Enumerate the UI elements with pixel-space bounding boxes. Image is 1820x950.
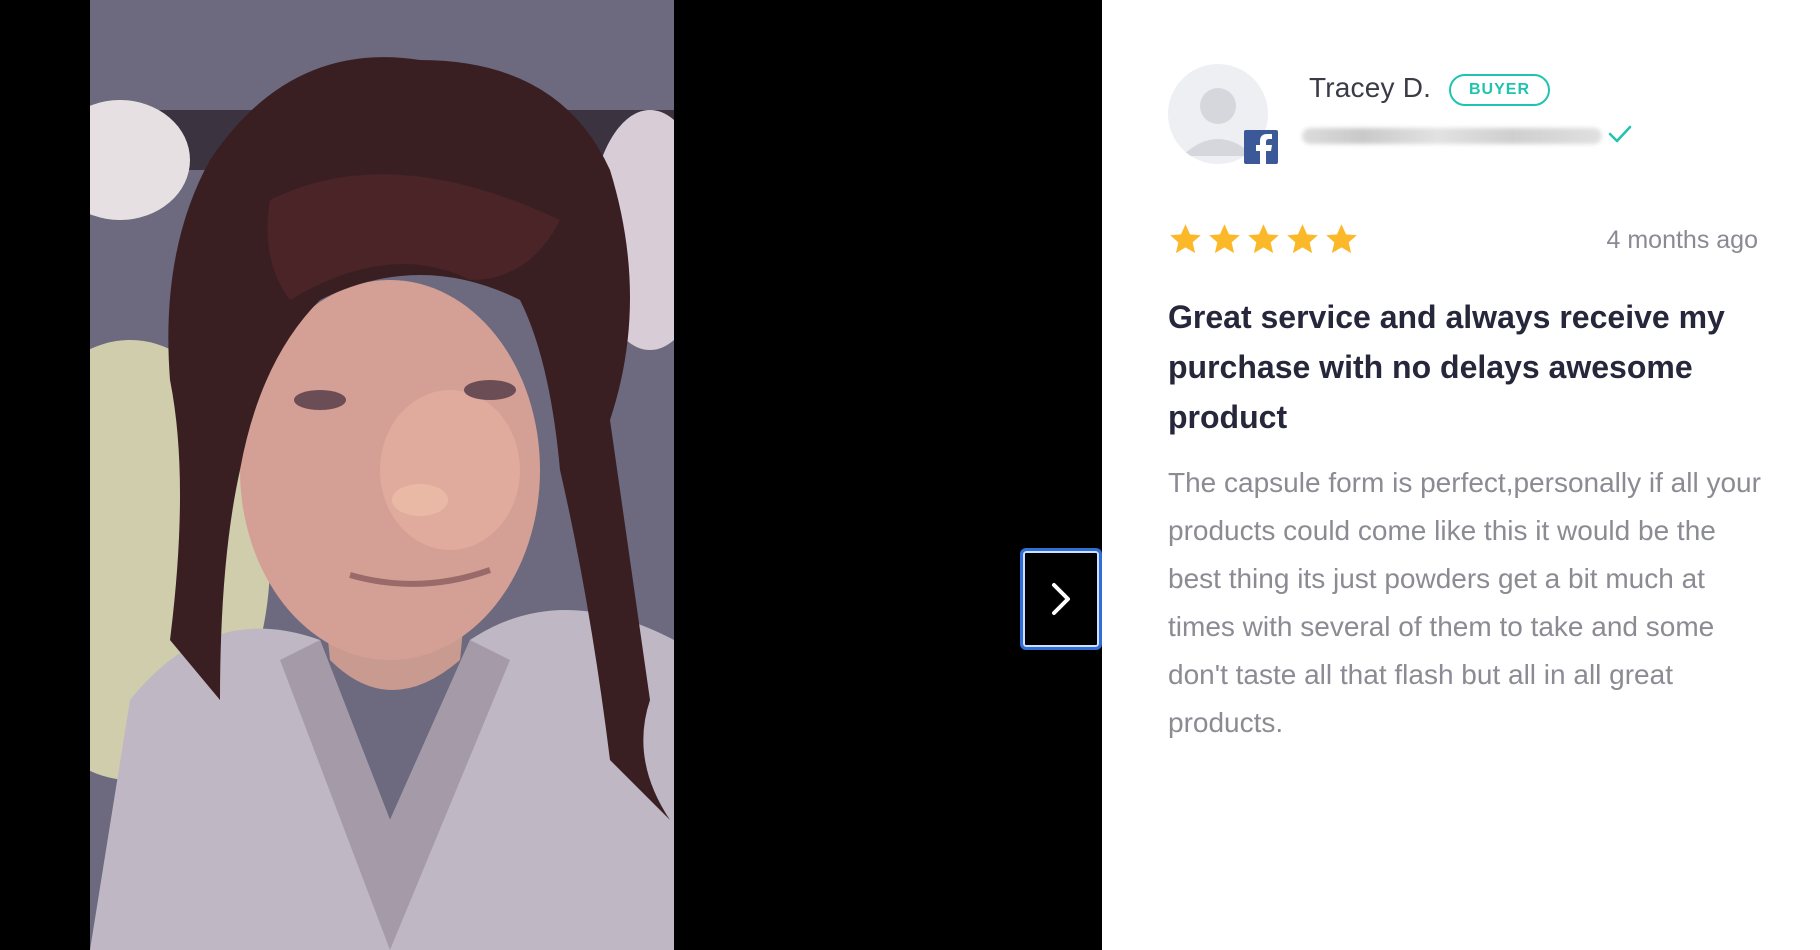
star-icon <box>1287 224 1318 254</box>
buyer-badge: BUYER <box>1449 74 1551 106</box>
chevron-right-icon <box>1052 583 1070 615</box>
reviewer-avatar-wrap <box>1168 64 1278 164</box>
reviewer-name: Tracey D. <box>1309 72 1432 103</box>
review-photo <box>90 0 674 950</box>
review-body: The capsule form is perfect,personally i… <box>1168 467 1761 738</box>
media-pane <box>0 0 1102 950</box>
star-icon <box>1248 224 1279 254</box>
star-rating <box>1168 222 1359 257</box>
check-icon <box>1608 125 1632 143</box>
next-review-button[interactable] <box>1020 548 1102 650</box>
review-details: Tracey D. BUYER 4 months ago Great servi… <box>1102 0 1820 950</box>
star-icon <box>1209 224 1240 254</box>
review-date: 4 months ago <box>1606 226 1759 254</box>
review-title: Great service and always receive my purc… <box>1168 299 1725 435</box>
review-modal: Tracey D. BUYER 4 months ago Great servi… <box>0 0 1820 950</box>
redacted-email <box>1302 128 1602 144</box>
star-icon <box>1170 224 1201 254</box>
star-icon <box>1326 224 1357 254</box>
facebook-icon <box>1244 130 1278 164</box>
